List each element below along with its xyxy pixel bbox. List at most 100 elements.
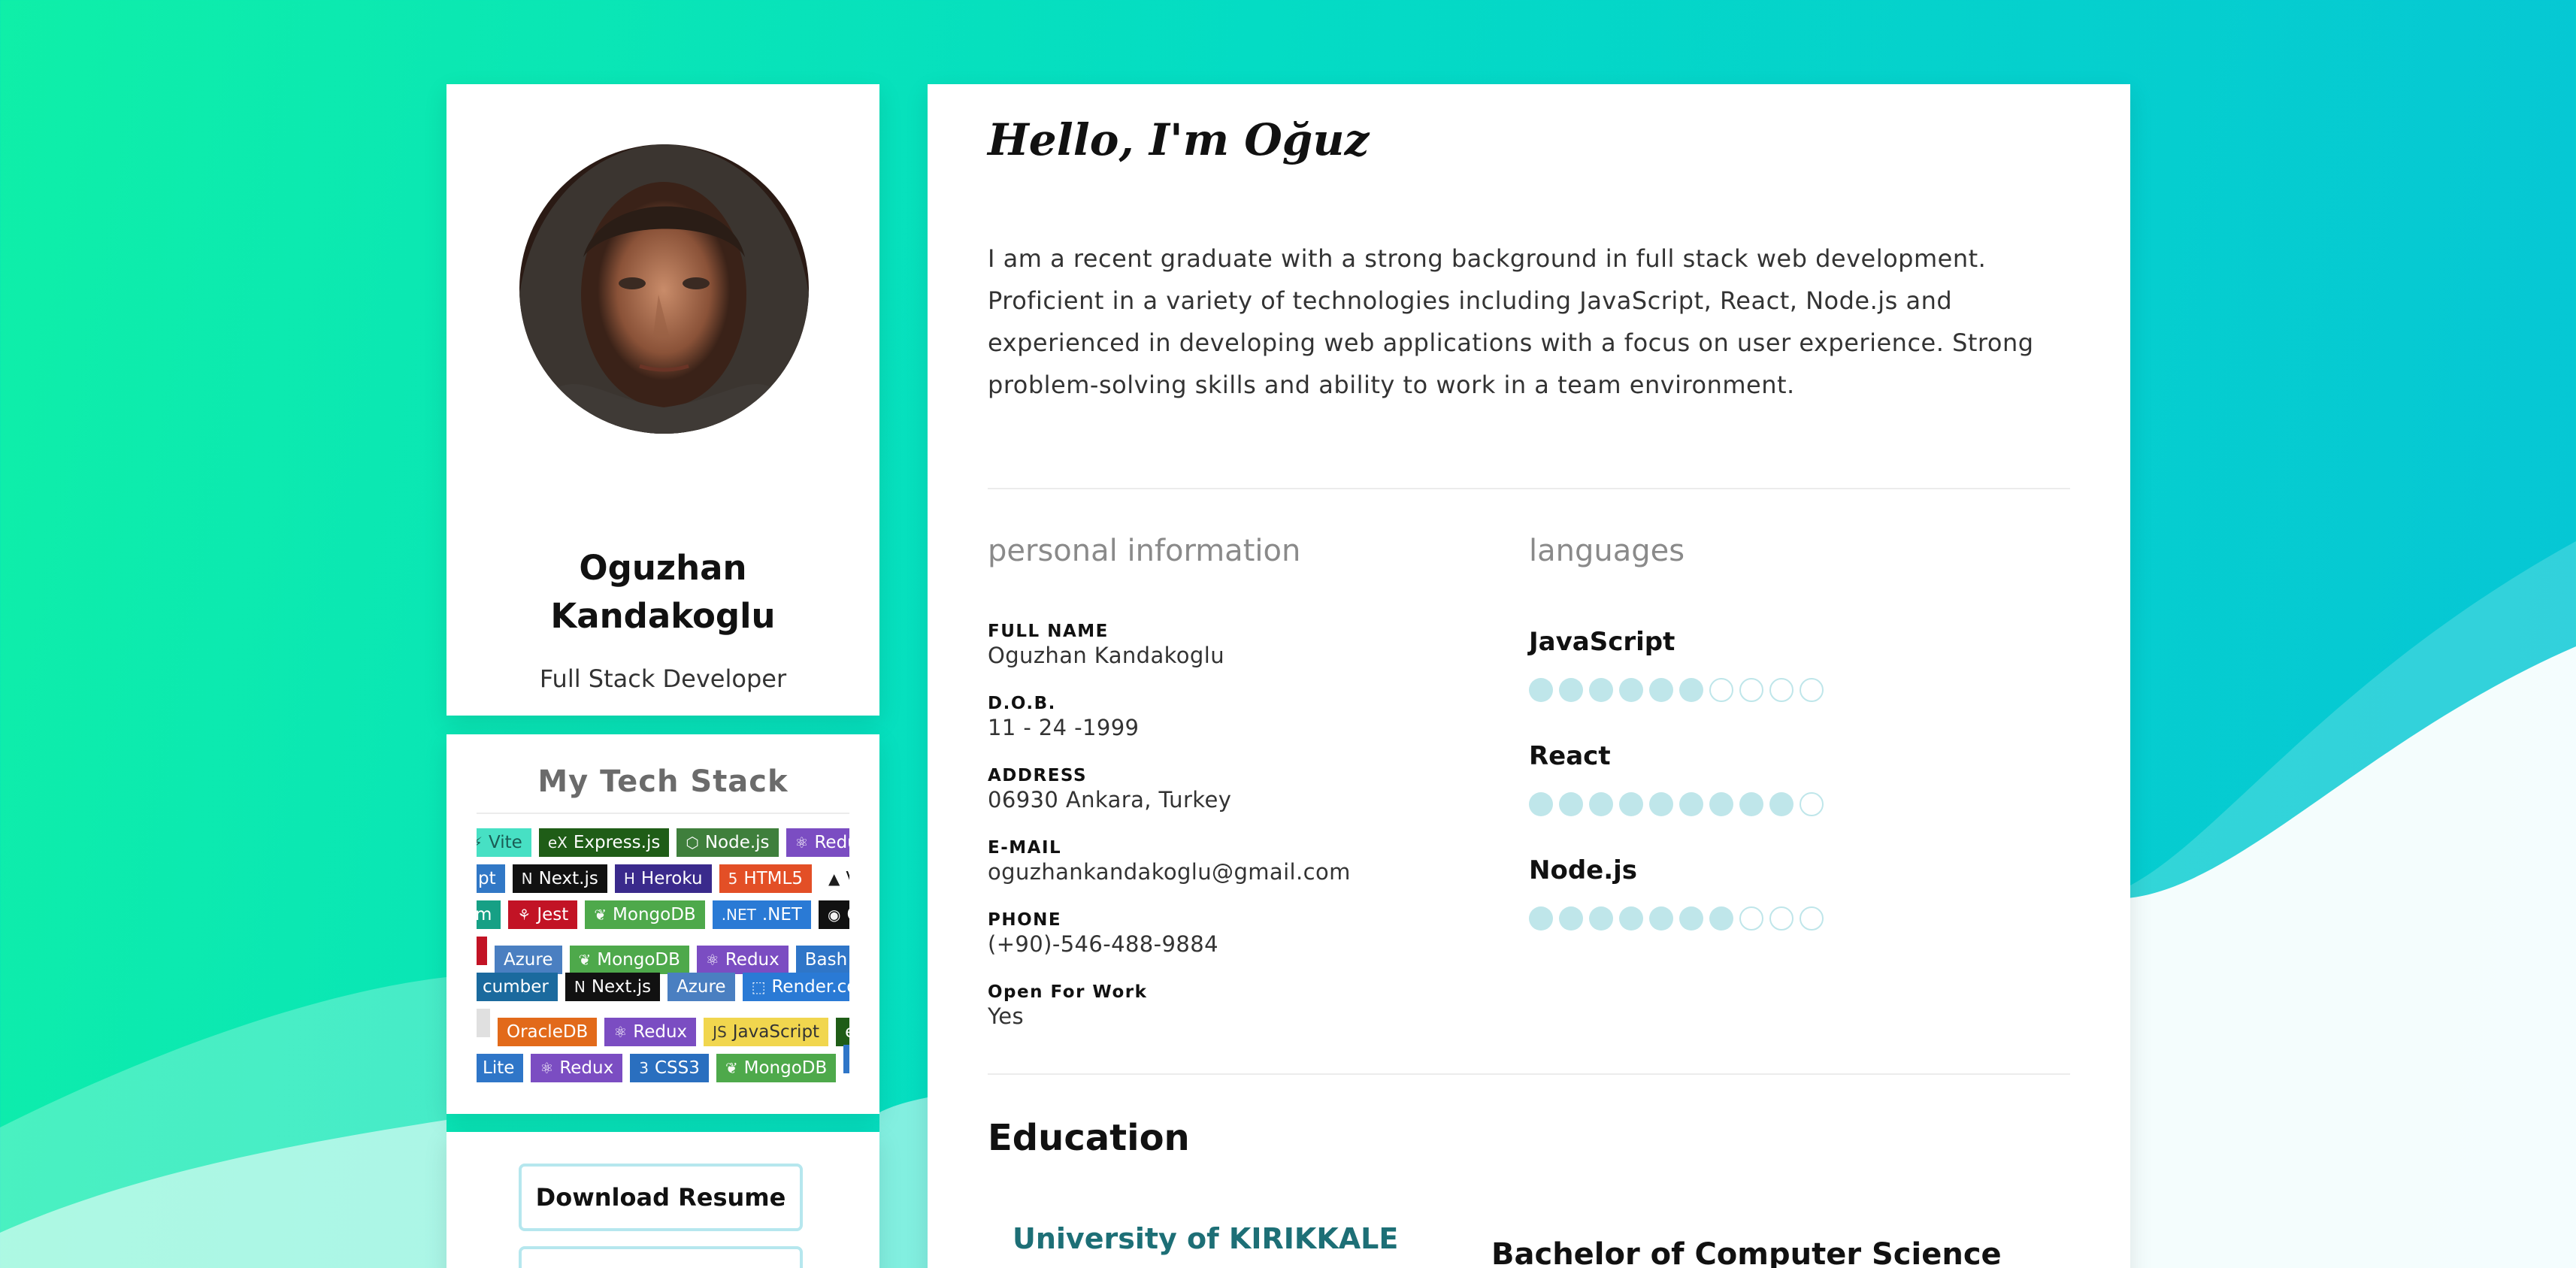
tech-badge-label: HTML5 <box>743 869 803 888</box>
personal-info-heading: personal information <box>988 534 1301 568</box>
tech-badge-icon: ◉ <box>827 906 841 924</box>
tech-badge-label: Redux <box>725 950 779 970</box>
tech-badge-row: cumber N Next.js Azure ⬚ Render.com <box>477 973 849 1001</box>
tech-badge: eX <box>836 1018 849 1046</box>
tech-badge-icon: ▲ <box>828 870 840 888</box>
tech-badge-icon: ⚡ <box>477 834 483 852</box>
rating-dot-filled <box>1709 792 1733 816</box>
info-value: (+90)-546-488-9884 <box>988 931 1218 957</box>
tech-badge-label: JavaScript <box>732 1022 820 1042</box>
rating-dot-empty <box>1739 906 1763 931</box>
rating-dot-filled <box>1709 906 1733 931</box>
tech-badge-label: cumber <box>483 977 549 997</box>
info-label: E-MAIL <box>988 838 1062 858</box>
tech-badge: H Heroku <box>614 864 712 893</box>
info-label: ADDRESS <box>988 766 1088 785</box>
info-label: PHONE <box>988 910 1062 930</box>
info-value: 06930 Ankara, Turkey <box>988 787 1232 813</box>
rating-dot-empty <box>1769 906 1794 931</box>
tech-badge: ❦ MongoDB <box>716 1054 837 1082</box>
rating-dot-filled <box>1589 906 1613 931</box>
rating-dot-empty <box>1800 678 1824 702</box>
rating-dot-empty <box>1800 906 1824 931</box>
tech-badge: ◉ GitHub <box>818 900 849 929</box>
tech-badge-icon: ❦ <box>594 906 607 924</box>
rating-dot-empty <box>1800 792 1824 816</box>
rating-dot-filled <box>1529 678 1553 702</box>
tech-badge-icon: ❦ <box>725 1059 738 1077</box>
tech-badge-icon: eX <box>547 834 568 852</box>
rating-dot-filled <box>1589 792 1613 816</box>
tech-badge: 3 CSS3 <box>630 1054 709 1082</box>
bio-text: I am a recent graduate with a strong bac… <box>988 244 2034 399</box>
tech-badge-label: Lite <box>483 1058 515 1078</box>
tech-badge <box>843 1045 849 1073</box>
education-heading: Education <box>988 1117 1190 1159</box>
tech-badge-label: GitHub <box>846 905 849 925</box>
tech-badge-row: pt N Next.js H Heroku 5 HTML5 ▲ Vercel <box>477 864 849 893</box>
tech-badge-icon: ⚛ <box>540 1059 554 1077</box>
tech-badge-label: Heroku <box>640 869 703 888</box>
tech-badge-icon: ⬚ <box>751 978 766 996</box>
tech-badge: m <box>477 900 501 929</box>
tech-badge-row: Azure ❦ MongoDB ⚛ Redux Bash <box>477 937 849 974</box>
secondary-button[interactable] <box>519 1246 803 1268</box>
tech-badge-label: m <box>477 905 492 925</box>
tech-badge-icon: ❦ <box>578 951 592 969</box>
tech-badge-icon: 3 <box>639 1059 649 1077</box>
tech-badge: eX Express.js <box>538 828 670 857</box>
tech-badge: ▲ Vercel <box>819 864 849 893</box>
tech-badge-icon: ⚘ <box>517 906 531 924</box>
tech-badge: cumber <box>477 973 558 1001</box>
tech-badge: .NET .NET <box>712 900 811 929</box>
tech-badge: Bash <box>795 946 849 974</box>
tech-badge: pt <box>477 864 505 893</box>
tech-badge: JS JavaScript <box>704 1018 829 1046</box>
tech-badge-label: eX <box>845 1022 849 1042</box>
tech-badge: Lite <box>477 1054 524 1082</box>
tech-badge: ⚛ Redux <box>531 1054 623 1082</box>
tech-badge: ⚛ Redux <box>696 946 789 974</box>
tech-badge-marquee: ⚡ Vite eX Express.js ⬡ Node.js ⚛ Redux pt N Next.j… <box>477 828 849 1106</box>
tech-badge <box>477 937 487 965</box>
tech-badge: Azure <box>495 946 562 974</box>
rating-dot-filled <box>1649 678 1673 702</box>
tech-badge: ❦ MongoDB <box>569 946 689 974</box>
tech-badge-label: Node.js <box>704 833 770 852</box>
education-degree: Bachelor of Computer Science <box>1491 1237 2002 1268</box>
tech-badge: N Next.js <box>565 973 661 1001</box>
rating-dot-filled <box>1619 678 1643 702</box>
rating-dot-filled <box>1619 792 1643 816</box>
avatar <box>519 144 809 434</box>
education-school[interactable]: University of KIRIKKALE <box>1013 1222 1398 1255</box>
download-resume-button[interactable]: Download Resume <box>519 1164 803 1268</box>
rating-dot-filled <box>1679 906 1703 931</box>
tech-badge-label: Redux <box>814 833 849 852</box>
download-resume-label: Download Resume <box>535 1183 786 1212</box>
rating-dot-filled <box>1589 678 1613 702</box>
tech-badge-label: Azure <box>677 977 726 997</box>
tech-stack-title: My Tech Stack <box>537 764 789 799</box>
tech-badge: N Next.js <box>512 864 607 893</box>
tech-badge-icon: N <box>574 978 586 996</box>
tech-badge-label: Vercel <box>846 869 849 888</box>
main-card: Hello, I'm Oğuz I am a recent graduate w… <box>928 84 2130 1268</box>
tech-badge-row: Lite ⚛ Redux 3 CSS3 ❦ MongoDB <box>477 1045 849 1082</box>
profile-name-line2: Kandakoglu <box>550 596 776 636</box>
tech-badge: ⬡ Node.js <box>677 828 779 857</box>
languages-heading: languages <box>1529 534 1685 568</box>
rating-dot-filled <box>1649 906 1673 931</box>
tech-badge-icon: ⚛ <box>613 1023 628 1041</box>
rating-dot-filled <box>1769 792 1794 816</box>
info-label: Open For Work <box>988 982 1148 1002</box>
greeting-heading: Hello, I'm Oğuz <box>988 114 1370 165</box>
profile-title: Full Stack Developer <box>539 664 787 693</box>
divider <box>988 1073 2070 1075</box>
tech-badge-label: MongoDB <box>613 905 696 925</box>
tech-badge-icon: H <box>623 870 635 888</box>
tech-badge-row: OracleDB ⚛ Redux JS JavaScript eX <box>477 1009 849 1046</box>
tech-badge-icon: .NET <box>721 906 756 924</box>
tech-badge: 5 HTML5 <box>719 864 812 893</box>
download-card: Download Resume <box>446 1132 879 1268</box>
tech-badge: Azure <box>667 973 735 1001</box>
